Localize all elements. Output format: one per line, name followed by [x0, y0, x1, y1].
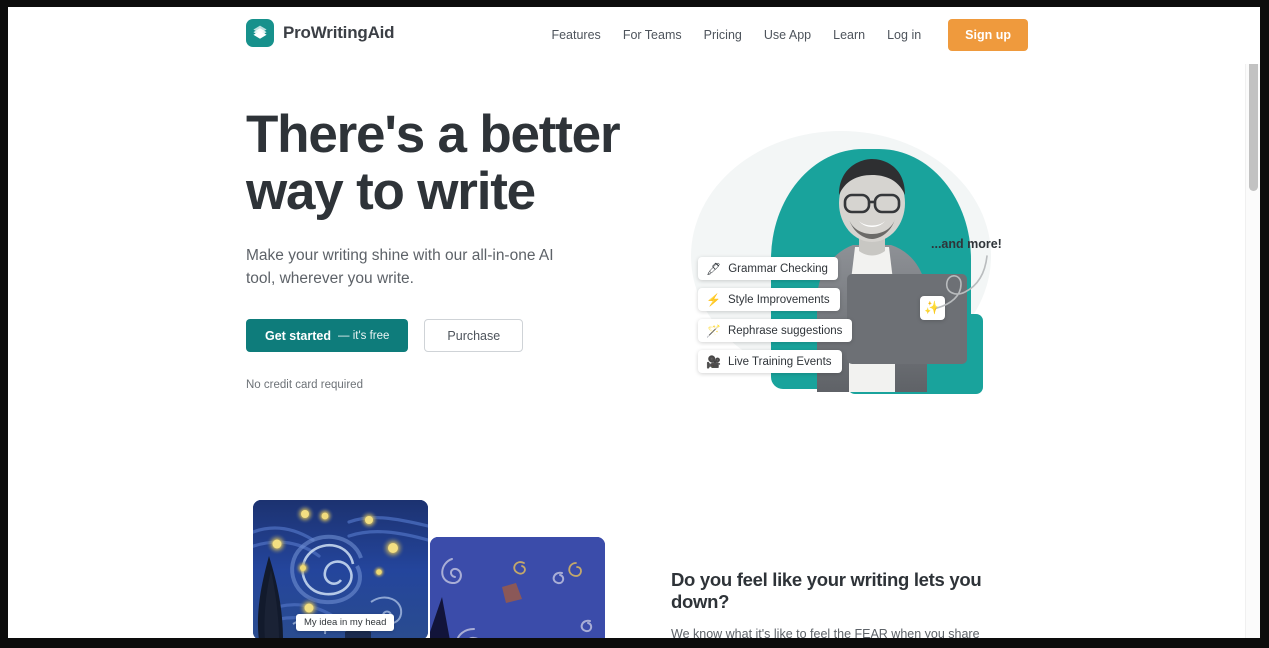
book-pages-logo-icon — [246, 19, 274, 47]
feature-pill-grammar-checking: 🖋 Grammar Checking — [698, 257, 838, 280]
feature-pill-rephrase-suggestions: 🪄 Rephrase suggestions — [698, 319, 853, 342]
doodle-panel — [430, 537, 605, 638]
nav-item-learn[interactable]: Learn — [822, 21, 876, 49]
hero-subtitle: Make your writing shine with our all-in-… — [246, 247, 554, 287]
nav-item-log-in[interactable]: Log in — [876, 21, 932, 49]
writing-lets-you-down-section: My idea in my head Do you feel like your… — [8, 484, 1260, 638]
nav-item-pricing[interactable]: Pricing — [693, 21, 753, 49]
webpage: ProWritingAid Features For Teams Pricing… — [8, 7, 1260, 638]
feature-pill-label: Grammar Checking — [728, 262, 828, 275]
hero-illustration: 🖋 Grammar Checking ⚡ Style Improvements … — [663, 109, 1023, 449]
nav-item-for-teams[interactable]: For Teams — [612, 21, 693, 49]
feature-pill-style-improvements: ⚡ Style Improvements — [698, 288, 840, 311]
hero-section: There's a better way to write Make your … — [8, 64, 1260, 484]
feature-pill-live-training-events: 🎥 Live Training Events — [698, 350, 842, 373]
section-heading: Do you feel like your writing lets you d… — [671, 569, 982, 612]
lightning-bolt-icon: ⚡ — [706, 292, 721, 307]
site-header: ProWritingAid Features For Teams Pricing… — [8, 7, 1260, 64]
magic-wand-icon: 🪄 — [706, 323, 721, 338]
main-navigation: Features For Teams Pricing Use App Learn… — [540, 19, 1028, 51]
get-started-label: Get started — [265, 328, 331, 343]
feature-pill-label: Live Training Events — [727, 355, 832, 368]
and-more-label: ...and more! — [931, 237, 1002, 251]
brand-name: ProWritingAid — [283, 23, 395, 42]
window-chrome-left — [0, 0, 8, 648]
doodle-drawing — [430, 537, 605, 638]
sign-up-button[interactable]: Sign up — [948, 19, 1028, 51]
browser-window: ProWritingAid Features For Teams Pricing… — [0, 0, 1269, 648]
window-chrome-top — [0, 0, 1269, 7]
nav-item-use-app[interactable]: Use App — [753, 21, 822, 49]
window-chrome-right — [1260, 0, 1269, 648]
nav-item-features[interactable]: Features — [540, 21, 611, 49]
purchase-button[interactable]: Purchase — [424, 319, 524, 352]
curly-arrow-icon — [936, 255, 988, 309]
feature-pill-label: Rephrase suggestions — [727, 324, 843, 337]
get-started-sublabel: — it's free — [338, 329, 390, 342]
starry-caption: My idea in my head — [296, 614, 395, 631]
browser-viewport: ProWritingAid Features For Teams Pricing… — [8, 7, 1260, 638]
window-chrome-bottom — [0, 638, 1269, 648]
get-started-button[interactable]: Get started — it's free — [246, 319, 409, 352]
section-two-copy: Do you feel like your writing lets you d… — [671, 569, 1016, 638]
hero-copy: There's a better way to write Make your … — [246, 106, 636, 391]
art-comparison-panels: My idea in my head — [246, 500, 605, 638]
quill-pen-icon: 🖋 — [706, 261, 722, 276]
brand-logo-link[interactable]: ProWritingAid — [246, 19, 395, 47]
no-credit-card-note: No credit card required — [246, 379, 363, 391]
page-scrollbar[interactable]: ▴ — [1245, 7, 1260, 638]
section-body: We know what it's like to feel the FEAR … — [671, 627, 980, 638]
feature-pill-label: Style Improvements — [727, 293, 830, 306]
hero-actions: Get started — it's free Purchase — [246, 319, 636, 352]
video-camera-icon: 🎥 — [706, 354, 721, 369]
starry-night-panel: My idea in my head — [253, 500, 428, 638]
page-title: There's a better way to write — [246, 105, 621, 221]
